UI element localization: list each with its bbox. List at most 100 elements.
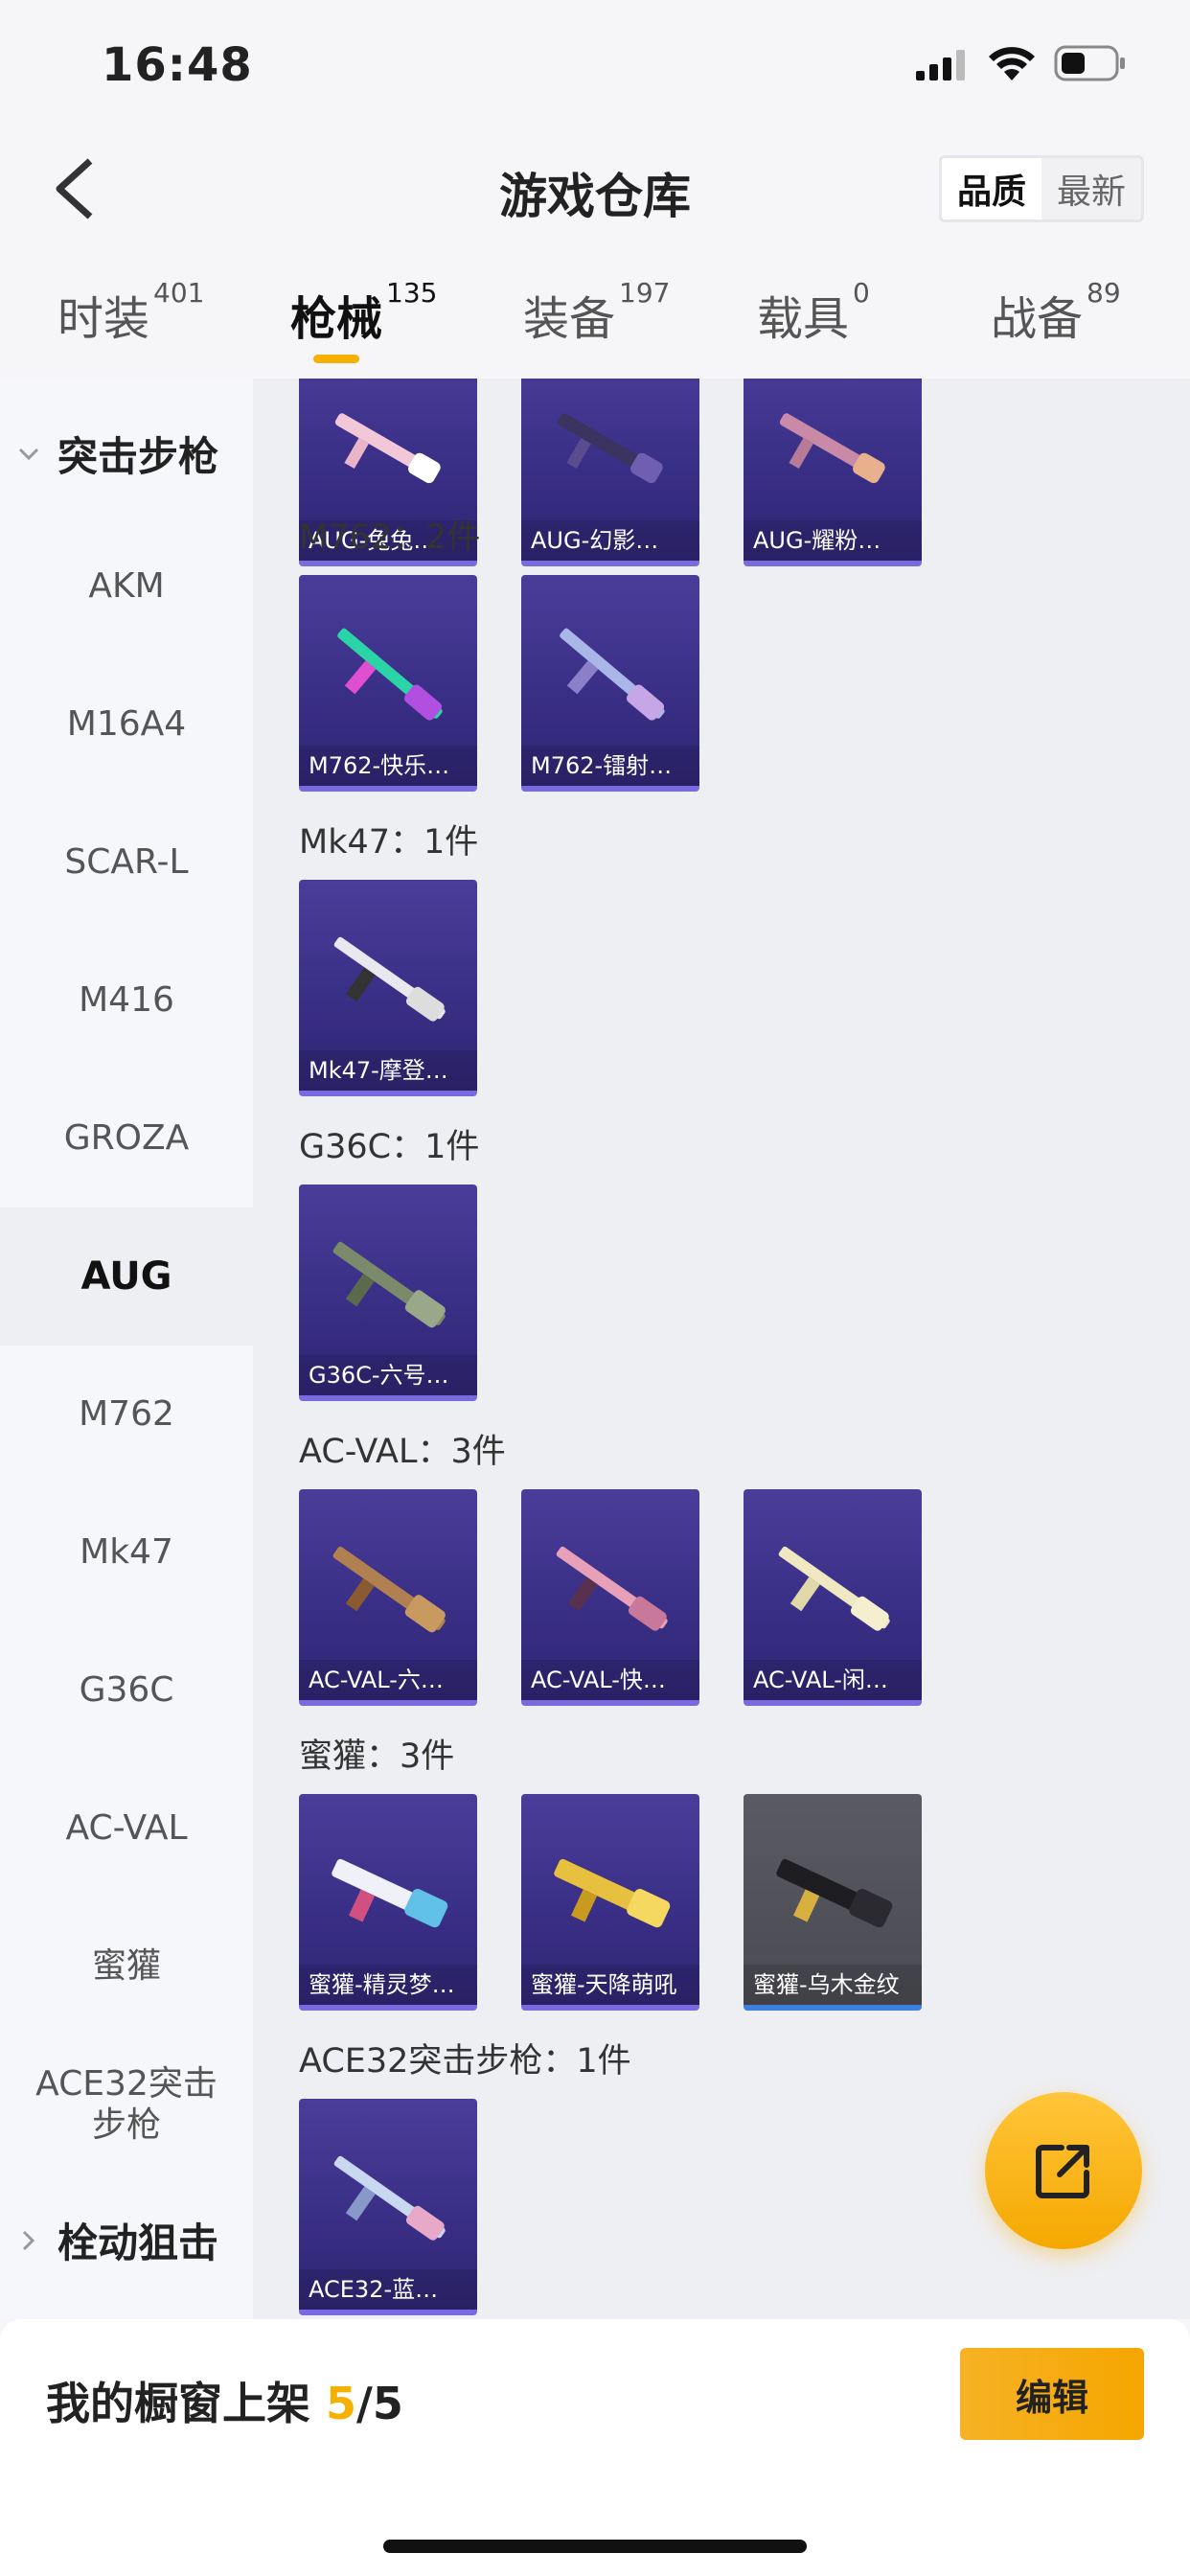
tab-vehicles[interactable]: 载具 0 [757, 277, 870, 348]
shelf-label: 我的橱窗上架 [46, 2378, 310, 2429]
rifle-icon [778, 1546, 890, 1631]
shelf-status: 我的橱窗上架 5/5 [46, 2369, 403, 2432]
rifle-icon [332, 1241, 446, 1328]
group-label-ac-val: AC-VAL：3件 [299, 1433, 506, 1471]
skin-card[interactable]: AC-VAL-闲… [744, 1489, 922, 1706]
skin-card[interactable]: M762-快乐… [299, 575, 477, 792]
skin-name: G36C-六号… [299, 1355, 477, 1395]
share-external-icon [1036, 2145, 1089, 2198]
home-indicator[interactable] [383, 2540, 807, 2553]
group-label-ace32: ACE32突击步枪：1件 [299, 2042, 631, 2081]
rifle-icon [554, 1858, 671, 1928]
skin-name: ACE32-蓝… [299, 2269, 477, 2310]
sort-newest-button[interactable]: 最新 [1041, 158, 1141, 219]
tab-count: 89 [1087, 277, 1121, 309]
tab-label: 时装 [57, 292, 150, 346]
tab-count: 0 [853, 277, 870, 309]
tab-label: 载具 [757, 292, 850, 346]
skin-card[interactable]: 蜜獾-天降萌吼 [521, 1794, 699, 2011]
rifle-icon [560, 628, 665, 721]
tab-label: 装备 [523, 292, 616, 346]
weapon-type-sidebar: 突击步枪 AKM M16A4 SCAR-L M416 GROZA AUG M76… [0, 379, 253, 2319]
sidebar-item-g36c[interactable]: G36C [0, 1622, 253, 1760]
share-button[interactable] [985, 2092, 1142, 2249]
status-time: 16:48 [102, 38, 253, 92]
sidebar-item-scar-l[interactable]: SCAR-L [0, 794, 253, 932]
category-assault-rifle[interactable]: 突击步枪 [17, 425, 218, 483]
skin-name: 蜜獾-乌木金纹 [744, 1965, 922, 2005]
sidebar-item-ac-val[interactable]: AC-VAL [0, 1760, 253, 1898]
sidebar-item-groza[interactable]: GROZA [0, 1070, 253, 1208]
sidebar-item-ace32[interactable]: ACE32突击步枪 [0, 2036, 253, 2174]
skin-name: AUG-耀粉… [744, 520, 922, 561]
tab-label: 战备 [991, 292, 1084, 346]
sidebar-item-mk47[interactable]: Mk47 [0, 1484, 253, 1622]
group-label-m762: M762：2件 [299, 518, 481, 557]
tab-count: 401 [153, 277, 205, 309]
sidebar-item-m16a4[interactable]: M16A4 [0, 656, 253, 794]
rifle-icon [776, 1858, 893, 1928]
tab-combat-gear[interactable]: 战备 89 [991, 277, 1121, 348]
rifle-icon [337, 628, 443, 721]
bottom-bar: 我的橱窗上架 5/5 编辑 [0, 2319, 1190, 2576]
skin-card[interactable]: AUG-幻影… [521, 379, 699, 566]
cellular-signal-icon [916, 50, 965, 80]
sidebar-item-m762[interactable]: M762 [0, 1346, 253, 1484]
tab-guns[interactable]: 枪械 135 [290, 277, 437, 348]
sidebar-item-m416[interactable]: M416 [0, 932, 253, 1070]
active-tab-indicator [313, 355, 359, 363]
rifle-icon [332, 1858, 448, 1928]
group-label-mk47: Mk47：1件 [299, 823, 479, 862]
skin-name: M762-镭射… [521, 746, 699, 786]
skin-card[interactable]: M762-镭射… [521, 575, 699, 792]
skin-card[interactable]: AC-VAL-六… [299, 1489, 477, 1706]
skin-name: 蜜獾-精灵梦… [299, 1965, 477, 2005]
tab-count: 135 [386, 277, 438, 309]
skin-name: AC-VAL-快… [521, 1660, 699, 1700]
status-bar: 16:48 [0, 0, 1190, 129]
skin-name: AC-VAL-闲… [744, 1660, 922, 1700]
skin-card[interactable]: 蜜獾-精灵梦… [299, 1794, 477, 2011]
rifle-icon [556, 1546, 668, 1631]
edit-button[interactable]: 编辑 [960, 2348, 1144, 2440]
group-label-honey-badger: 蜜獾：3件 [299, 1737, 455, 1776]
skin-card[interactable]: AC-VAL-快… [521, 1489, 699, 1706]
category-bolt-sniper[interactable]: 栓动狙击 [17, 2211, 218, 2269]
rifle-icon [333, 936, 446, 1022]
rifle-icon [557, 413, 663, 484]
category-tabs: 时装 401 枪械 135 装备 197 载具 0 战备 89 [0, 273, 1190, 379]
skin-card[interactable]: G36C-六号… [299, 1184, 477, 1401]
sidebar-item-honey-badger[interactable]: 蜜獾 [0, 1898, 253, 2036]
battery-icon [1054, 45, 1125, 81]
sidebar-item-aug[interactable]: AUG [0, 1208, 253, 1346]
skin-card[interactable]: AUG-耀粉… [744, 379, 922, 566]
rifle-icon [333, 2155, 446, 2241]
category-label: 突击步枪 [57, 433, 219, 480]
shelf-total-count: /5 [356, 2378, 403, 2429]
skin-card[interactable]: ACE32-蓝… [299, 2099, 477, 2315]
skin-name: AUG-幻影… [521, 520, 699, 561]
skin-name: AC-VAL-六… [299, 1660, 477, 1700]
chevron-right-icon [22, 2230, 35, 2250]
group-label-g36c: G36C：1件 [299, 1128, 480, 1166]
sort-toggle[interactable]: 品质 最新 [939, 155, 1144, 222]
weapon-skin-grid: AUG-兔兔… AUG-幻影… AUG-耀粉… M762：2件 M762-快乐…… [253, 379, 1190, 2319]
shelf-current-count: 5 [326, 2378, 357, 2429]
rifle-icon [334, 413, 441, 484]
rifle-icon [332, 1546, 446, 1633]
tab-equipment[interactable]: 装备 197 [523, 277, 670, 348]
skin-name: 蜜獾-天降萌吼 [521, 1965, 699, 2005]
tab-label: 枪械 [290, 292, 383, 346]
skin-name: Mk47-摩登… [299, 1050, 477, 1091]
skin-card[interactable]: Mk47-摩登… [299, 880, 477, 1096]
sort-quality-button[interactable]: 品质 [942, 158, 1041, 219]
chevron-down-icon [18, 448, 39, 460]
rifle-icon [779, 413, 885, 484]
skin-card[interactable]: 蜜獾-乌木金纹 [744, 1794, 922, 2011]
wifi-icon [989, 47, 1035, 80]
tab-fashion[interactable]: 时装 401 [57, 277, 204, 348]
skin-name: M762-快乐… [299, 746, 477, 786]
tab-count: 197 [619, 277, 671, 309]
sidebar-item-akm[interactable]: AKM [0, 518, 253, 656]
category-label: 栓动狙击 [57, 2220, 219, 2266]
